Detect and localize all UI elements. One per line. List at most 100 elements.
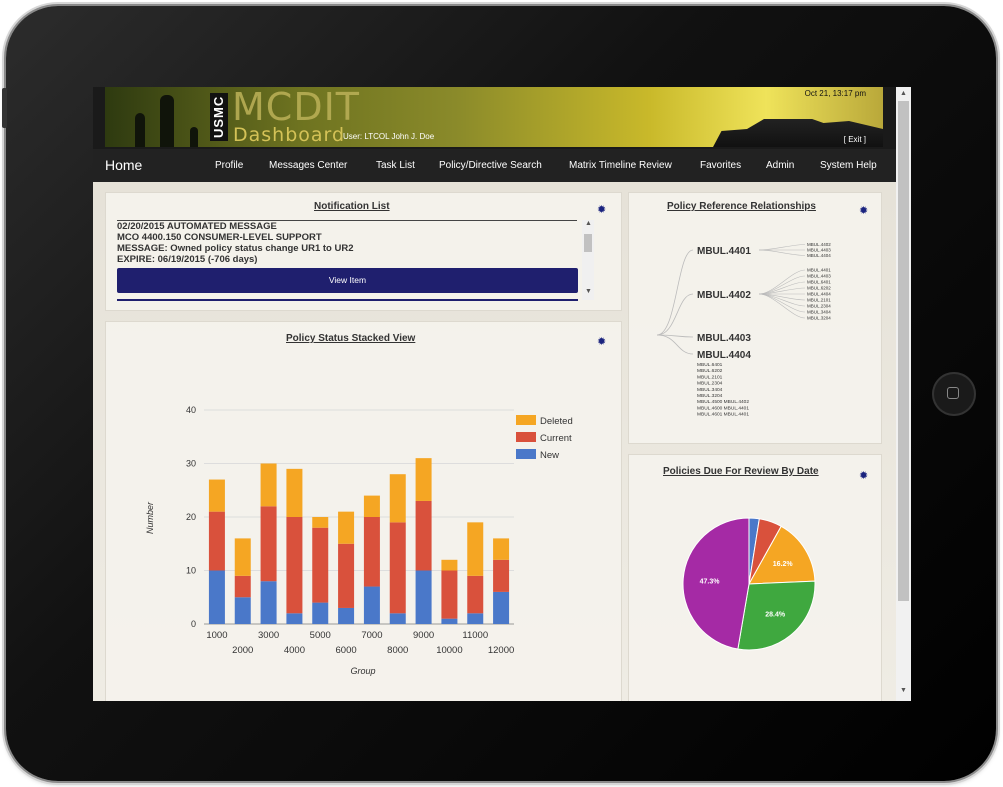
tree-edge [758, 244, 806, 251]
bar-segment [208, 570, 225, 624]
tree-child-label: MBUL.2101 [697, 374, 723, 380]
y-axis-label: Number [145, 501, 155, 534]
relationship-tree: MBUL.4401MBUL.4402MBUL.4403MBUL.4404MBUL… [656, 242, 831, 418]
page-scrollbar[interactable]: ▲ ▼ [896, 87, 911, 701]
bar-segment [286, 517, 303, 614]
pie-slice-label: 28.4% [765, 612, 786, 619]
notification-title: Notification List [314, 201, 390, 212]
tree-edge [758, 293, 806, 307]
nav-task-list[interactable]: Task List [376, 160, 415, 171]
scroll-down-icon[interactable]: ▼ [900, 687, 907, 694]
app-title: MCDIT [232, 87, 360, 129]
notification-line: EXPIRE: 06/19/2015 (-706 days) [117, 254, 258, 265]
legend-swatch [516, 449, 536, 459]
nav-messages-center[interactable]: Messages Center [269, 160, 347, 171]
tree-node-label: MBUL.4403 [697, 333, 751, 344]
x-tick-label: 1000 [206, 630, 227, 641]
bar-segment [286, 468, 303, 517]
scroll-up-icon[interactable]: ▲ [585, 220, 592, 227]
y-tick-label: 30 [186, 459, 196, 469]
bar-segment [363, 586, 380, 624]
notification-scrollbar[interactable]: ▲ ▼ [582, 220, 594, 300]
bar-segment [415, 570, 432, 624]
bar-segment [312, 527, 329, 603]
tree-child-label: MBUL.4403 [807, 274, 831, 279]
bar-segment [467, 522, 484, 576]
tree-edge [758, 293, 806, 319]
datetime: Oct 21, 13:17 pm [804, 89, 866, 98]
nav-admin[interactable]: Admin [766, 160, 794, 171]
soldier-silhouette [190, 127, 198, 147]
tree-child-label: MBUL.3404 [807, 310, 831, 315]
y-tick-label: 10 [186, 566, 196, 576]
tablet-screen: USMC MCDIT Dashboard User: LTCOL John J.… [93, 87, 911, 701]
x-tick-label: 9000 [413, 630, 434, 641]
tree-child-label: MBUL.4404 [807, 253, 831, 258]
tree-child-label: MBUL.4404 [807, 292, 831, 297]
soldier-silhouette [160, 95, 174, 147]
bar-segment [493, 591, 510, 624]
scroll-up-icon[interactable]: ▲ [900, 90, 907, 97]
stacked-bar-chart: 0 10 20 30 40 1000 2000 3000 4000 5000 6000 7000 800… [145, 405, 573, 676]
tree-child-label: MBUL.3404 [697, 387, 723, 393]
bar-segment [260, 581, 277, 624]
tree-child-label: MBUL.2304 [807, 304, 831, 309]
tree-child-label: MBUL.2101 [807, 298, 831, 303]
tree-edge [758, 269, 806, 295]
nav-profile[interactable]: Profile [215, 160, 243, 171]
tree-child-label: MBUL.4403 [807, 248, 831, 253]
bar-segment [234, 538, 251, 576]
main-nav: Home Profile Messages Center Task List P… [93, 149, 896, 182]
scroll-thumb[interactable] [898, 101, 909, 601]
bar-segment [363, 495, 380, 517]
x-tick-label: 4000 [284, 645, 305, 656]
tree-child-label: MBUL.6401 [697, 362, 723, 368]
bar-segment [389, 474, 406, 523]
tree-node-label: MBUL.4402 [697, 290, 751, 301]
bar-segment [234, 597, 251, 624]
scroll-thumb[interactable] [584, 234, 592, 252]
bar-segment [415, 500, 432, 571]
bar-segment [208, 479, 225, 512]
nav-favorites[interactable]: Favorites [700, 160, 741, 171]
bar-segment [286, 613, 303, 624]
y-tick-label: 20 [186, 512, 196, 522]
header-banner: USMC MCDIT Dashboard User: LTCOL John J.… [93, 87, 896, 149]
home-square-icon [947, 387, 959, 399]
y-tick-label: 0 [191, 619, 196, 629]
tree-node-label: MBUL.4401 [697, 246, 751, 257]
tree-child-label: MBUL.4401 [807, 268, 831, 273]
gear-icon[interactable]: ✹ [597, 203, 606, 216]
app-subtitle: Dashboard [233, 124, 346, 146]
bar-segment [234, 575, 251, 598]
exit-link[interactable]: [ Exit ] [844, 135, 866, 144]
user-info: User: LTCOL John J. Doe [343, 132, 435, 141]
pie-slice-label: 47.3% [700, 579, 721, 586]
bar-segment [493, 538, 510, 560]
divider [117, 299, 578, 301]
bar-segment [312, 517, 329, 528]
x-tick-label: 5000 [310, 630, 331, 641]
bar-segment [441, 570, 458, 619]
tree-child-label: MBUL.4600 MBUL.4401 [697, 405, 749, 411]
x-tick-label: 3000 [258, 630, 279, 641]
nav-system-help[interactable]: System Help [820, 160, 877, 171]
x-tick-label: 2000 [232, 645, 253, 656]
nav-policy-search[interactable]: Policy/Directive Search [439, 160, 542, 171]
view-item-button[interactable]: View Item [117, 268, 578, 293]
nav-matrix-timeline[interactable]: Matrix Timeline Review [569, 160, 672, 171]
tree-edge [656, 249, 694, 336]
tablet-home-button[interactable] [932, 372, 976, 416]
tree-node-label: MBUL.4404 [697, 350, 751, 361]
x-axis-label: Group [350, 666, 375, 676]
x-tick-label: 6000 [336, 645, 357, 656]
pie-chart: 16.2% 28.4% 47.3% [682, 517, 816, 651]
pie-chart-panel: Policies Due For Review By Date ✹ 16.2% 2… [628, 454, 882, 701]
scroll-down-icon[interactable]: ▼ [585, 288, 592, 295]
x-tick-label: 11000 [462, 630, 488, 641]
bar-segment [338, 543, 355, 608]
nav-home[interactable]: Home [105, 157, 142, 173]
bar-segment [260, 463, 277, 507]
y-tick-label: 40 [186, 405, 196, 415]
tree-child-label: MBUL.4601 MBUL.4401 [697, 412, 749, 418]
